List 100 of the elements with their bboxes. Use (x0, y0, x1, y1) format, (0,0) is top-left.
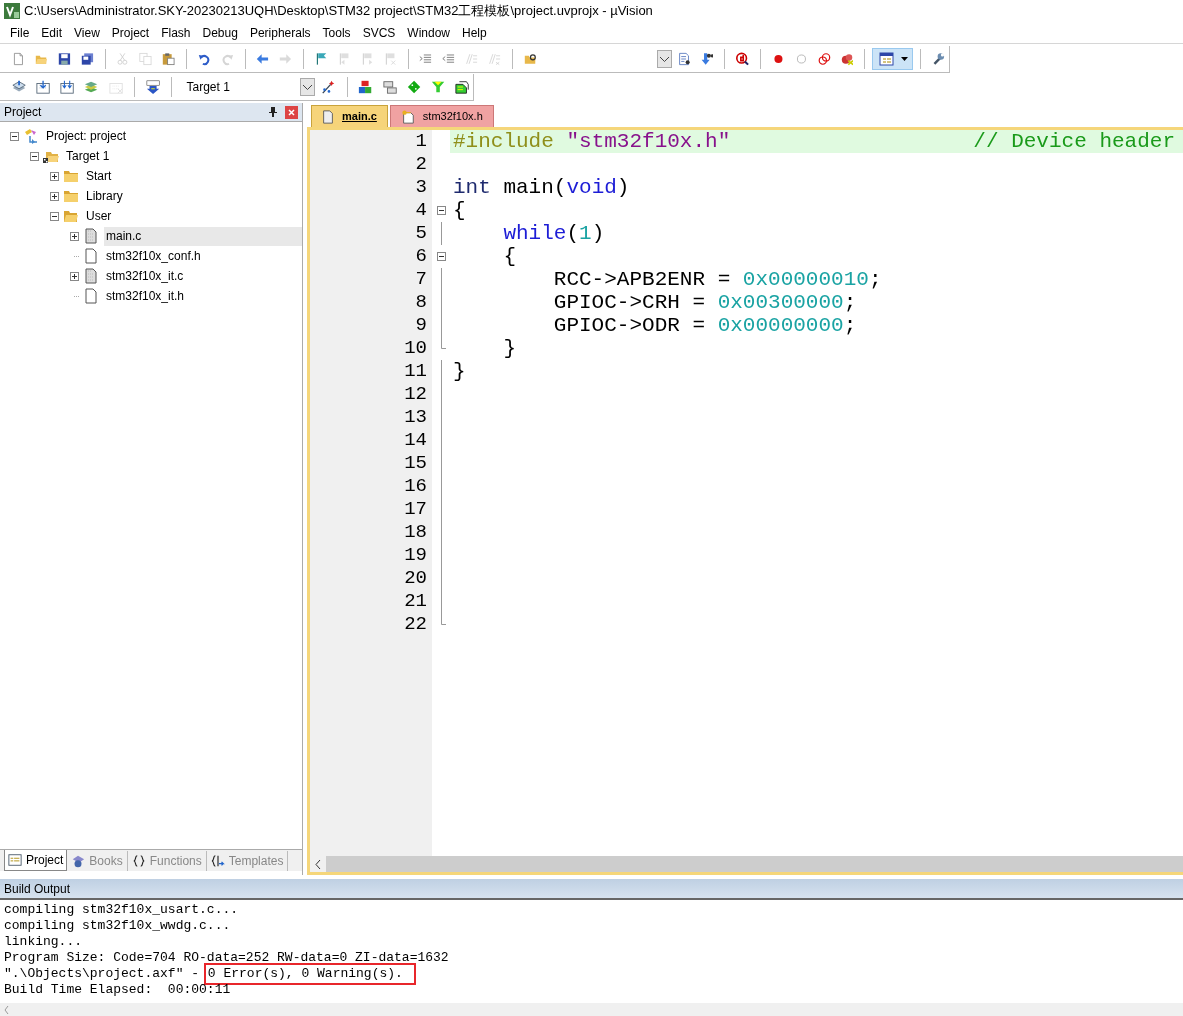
line-number: 15 (403, 451, 428, 477)
fold-icon[interactable] (436, 206, 446, 215)
left-arrow-icon[interactable] (256, 51, 270, 67)
save-all-icon[interactable] (80, 51, 94, 67)
tree-item[interactable]: Start (84, 167, 112, 185)
blocks-icon[interactable] (358, 79, 373, 95)
load-icon[interactable] (145, 79, 160, 95)
line-number: 2 (414, 152, 428, 178)
breakpoint-remove-icon[interactable] (840, 51, 854, 67)
scroll-left-icon[interactable] (315, 859, 321, 869)
horizontal-scrollbar[interactable] (310, 856, 1183, 872)
file-icon (83, 268, 99, 284)
window-layout-icon[interactable] (879, 51, 896, 67)
output-text: Build Time Elapsed: 00:00:11 (4, 982, 231, 998)
tree-item[interactable]: Project: project (44, 127, 127, 145)
file-tab[interactable]: stm32f10x.h (389, 105, 494, 127)
horizontal-scrollbar[interactable] (0, 1003, 1183, 1016)
tree-item[interactable]: stm32f10x_it.h (104, 287, 185, 305)
save-icon[interactable] (57, 51, 71, 67)
menu-item[interactable]: Project (105, 23, 156, 42)
collapse-icon[interactable] (30, 151, 39, 161)
menu-item[interactable]: Flash (155, 23, 197, 42)
panel-title: Project (4, 104, 42, 121)
expand-icon[interactable] (70, 231, 79, 241)
output-text: compiling stm32f10x_usart.c... (4, 902, 239, 918)
new-file-icon[interactable] (12, 51, 25, 67)
output-text: ".\Objects\project.axf" - (4, 966, 201, 982)
flag-icon[interactable] (315, 51, 328, 67)
paste-icon[interactable] (162, 51, 176, 67)
tree-item[interactable]: stm32f10x_it.c (104, 267, 184, 285)
line-number: 3 (414, 175, 428, 201)
expand-icon[interactable] (50, 171, 59, 181)
folder-icon (63, 168, 79, 184)
collapse-icon[interactable] (10, 131, 19, 141)
code-line[interactable]: } (450, 360, 1183, 383)
expand-icon[interactable] (70, 271, 79, 281)
code-line[interactable]: GPIOC->CRH = 0x00300000; (450, 291, 1183, 314)
line-number: 20 (403, 566, 428, 592)
line-number: 17 (403, 497, 428, 523)
collapse-icon[interactable] (50, 211, 59, 221)
line-number: 16 (403, 474, 428, 500)
output-text: linking... (4, 934, 82, 950)
project-window-icon (8, 853, 22, 867)
code-line[interactable]: } (450, 337, 1183, 360)
menu-item[interactable]: Window (401, 23, 456, 42)
output-text: 0 Error(s), 0 Warning(s). (206, 966, 413, 982)
layers-icon[interactable] (84, 79, 99, 95)
code-line[interactable]: RCC->APB2ENR = 0x00000010; (450, 268, 1183, 291)
app-logo-icon (4, 3, 20, 19)
tree-item[interactable]: Library (84, 187, 123, 205)
output-text: compiling stm32f10x_wwdg.c... (4, 918, 231, 934)
code-line[interactable]: while(1) (450, 222, 1183, 245)
find-in-files-icon[interactable] (523, 51, 537, 67)
diamond-icon[interactable] (406, 79, 421, 95)
tree-item[interactable]: User (84, 207, 112, 225)
file-tab[interactable]: main.c (311, 105, 388, 127)
fold-icon[interactable] (436, 252, 446, 261)
tree-item[interactable]: main.c (104, 226, 302, 246)
circles-icon[interactable] (817, 51, 831, 67)
menu-item[interactable]: Edit (35, 23, 69, 42)
wand-icon[interactable] (321, 79, 336, 95)
line-number: 9 (414, 313, 428, 339)
project-icon (23, 128, 39, 144)
menu-item[interactable]: Debug (196, 23, 244, 42)
window-title: C:\Users\Administrator.SKY-20230213UQH\Desktop\STM32 project\STM32工程模板\project.uvprojx - µVision (24, 2, 653, 21)
menu-item[interactable]: File (4, 23, 36, 42)
find-icon[interactable] (677, 51, 691, 67)
menu-item[interactable]: View (68, 23, 106, 42)
line-number: 7 (414, 267, 428, 293)
line-number: 21 (403, 589, 428, 615)
tree-item[interactable]: stm32f10x_conf.h (104, 247, 201, 265)
line-number: 5 (414, 221, 428, 247)
line-number: 14 (403, 428, 428, 454)
line-number: 12 (403, 382, 428, 408)
close-icon[interactable] (285, 105, 298, 119)
debug-icon[interactable] (736, 51, 750, 67)
expand-icon[interactable] (50, 191, 59, 201)
line-number: 4 (414, 198, 428, 224)
output-text: Program Size: Code=704 RO-data=252 RW-data=0 ZI-data=1632 (4, 950, 449, 966)
panel-tab[interactable]: Project (4, 850, 68, 871)
windows-icon[interactable] (382, 79, 397, 95)
panel-title: Build Output (4, 880, 71, 898)
code-line[interactable]: { (450, 199, 1183, 222)
code-line[interactable]: int main(void) (450, 176, 1183, 199)
pin-icon[interactable] (269, 107, 277, 117)
template-icon (210, 853, 225, 868)
caret-icon[interactable] (901, 57, 909, 61)
tree-item[interactable]: Target 1 (64, 147, 110, 165)
menu-item[interactable]: Peripherals (243, 23, 317, 42)
menu-item[interactable]: Help (456, 23, 493, 42)
settings-icon[interactable] (932, 51, 945, 67)
code-line[interactable]: { (450, 245, 1183, 268)
menu-item[interactable]: Tools (316, 23, 357, 42)
code-line[interactable]: GPIOC->ODR = 0x00000000; (450, 314, 1183, 337)
binoculars-icon[interactable] (700, 51, 714, 67)
rebuild-icon[interactable] (60, 79, 75, 95)
menu-item[interactable]: SVCS (356, 23, 402, 42)
build-icon[interactable] (36, 79, 51, 95)
open-folder-icon (63, 208, 79, 224)
packs-icon[interactable] (454, 79, 469, 95)
